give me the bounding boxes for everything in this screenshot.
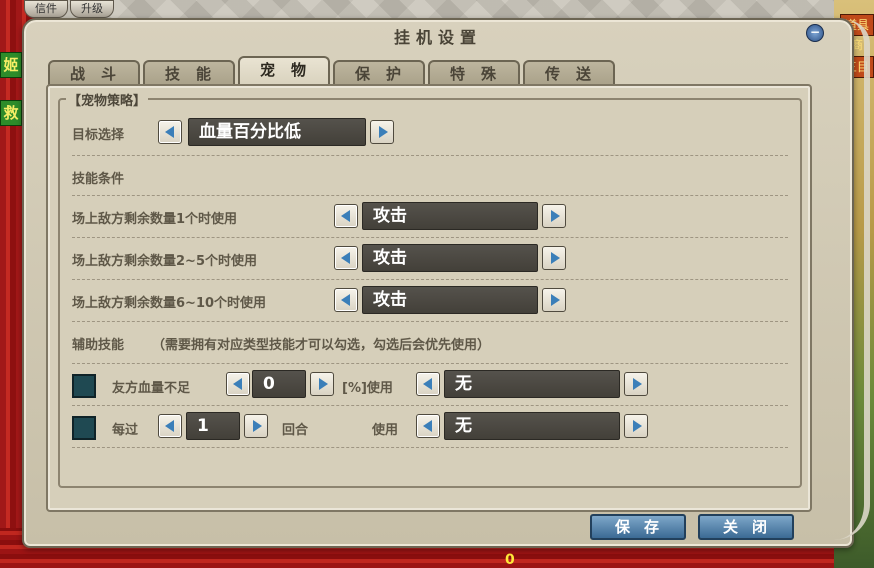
assist-hp-prefix: 友方血量不足 (112, 381, 191, 396)
save-button[interactable]: 保存 (590, 514, 686, 540)
tab-bar: 战斗 技能 宠物 保护 特殊 传送 (48, 56, 615, 90)
assist-round-increase-arrow-icon[interactable] (244, 414, 268, 438)
bottom-counter: 0 (505, 552, 515, 568)
dialog-title: 挂机设置 (393, 28, 482, 47)
condition-label: 场上敌方剩余数量6~10个时使用 (72, 296, 267, 311)
dialog-decoration (834, 20, 870, 540)
condition1-value: 攻击 (362, 202, 538, 230)
upgrade-button[interactable]: 升级 (70, 0, 114, 18)
assist-hp-amount[interactable]: 0 (252, 370, 306, 398)
assist-round-skill-next-arrow-icon[interactable] (624, 414, 648, 438)
mail-button[interactable]: 信件 (24, 0, 68, 18)
assist-hp-checkbox[interactable] (72, 374, 96, 398)
pet-strategy-legend: 【宠物策略】 (66, 90, 149, 109)
condition3-next-arrow-icon[interactable] (542, 288, 566, 312)
target-next-arrow-icon[interactable] (370, 120, 394, 144)
assist-round-amount[interactable]: 1 (186, 412, 240, 440)
minimize-button[interactable]: − (806, 24, 824, 42)
assist-round-prefix: 每过 (112, 423, 139, 438)
condition1-next-arrow-icon[interactable] (542, 204, 566, 228)
target-row: 目标选择 血量百分比低 (72, 110, 788, 156)
condition-row: 场上敌方剩余数量2~5个时使用 攻击 (72, 238, 788, 280)
assist-hp-decrease-arrow-icon[interactable] (226, 372, 250, 396)
skill-conditions-label: 技能条件 (72, 172, 125, 187)
assist-hp-skill-prev-arrow-icon[interactable] (416, 372, 440, 396)
target-prev-arrow-icon[interactable] (158, 120, 182, 144)
assist-round-unit: 回合 (282, 423, 309, 438)
pet-strategy-group: 【宠物策略】 目标选择 血量百分比低 技能条件 场上敌方剩余数量1个时使用 攻击… (58, 90, 802, 488)
pet-panel: 【宠物策略】 目标选择 血量百分比低 技能条件 场上敌方剩余数量1个时使用 攻击… (46, 84, 812, 512)
condition-row: 场上敌方剩余数量1个时使用 攻击 (72, 196, 788, 238)
target-value: 血量百分比低 (188, 118, 366, 146)
condition3-prev-arrow-icon[interactable] (334, 288, 358, 312)
condition3-value: 攻击 (362, 286, 538, 314)
condition-row: 场上敌方剩余数量6~10个时使用 攻击 (72, 280, 788, 322)
assist-header-row: 辅助技能 （需要拥有对应类型技能才可以勾选，勾选后会优先使用） (72, 322, 788, 364)
condition2-next-arrow-icon[interactable] (542, 246, 566, 270)
assist-round-skill-value: 无 (444, 412, 620, 440)
assist-hp-skill-next-arrow-icon[interactable] (624, 372, 648, 396)
assist-skills-note: （需要拥有对应类型技能才可以勾选，勾选后会优先使用） (152, 338, 491, 353)
condition1-prev-arrow-icon[interactable] (334, 204, 358, 228)
assist-hp-skill-value: 无 (444, 370, 620, 398)
condition2-value: 攻击 (362, 244, 538, 272)
side-tag-1[interactable]: 姬 (0, 52, 22, 78)
assist-hp-increase-arrow-icon[interactable] (310, 372, 334, 396)
assist-round-row: 每过 1 回合 使用 无 (72, 406, 788, 448)
condition-label: 场上敌方剩余数量2~5个时使用 (72, 254, 257, 269)
close-button[interactable]: 关闭 (698, 514, 794, 540)
condition2-prev-arrow-icon[interactable] (334, 246, 358, 270)
target-label: 目标选择 (72, 128, 125, 143)
assist-round-decrease-arrow-icon[interactable] (158, 414, 182, 438)
condition-label: 场上敌方剩余数量1个时使用 (72, 212, 238, 227)
auto-battle-settings-dialog: 挂机设置 − 战斗 技能 宠物 保护 特殊 传送 【宠物策略】 目标选择 血量百… (22, 18, 870, 548)
skill-conditions-row: 技能条件 (72, 156, 788, 196)
assist-round-use-label: 使用 (372, 423, 399, 438)
assist-round-checkbox[interactable] (72, 416, 96, 440)
assist-hp-suffix: [%]使用 (342, 381, 393, 396)
assist-skills-label: 辅助技能 (72, 338, 125, 353)
side-tag-2[interactable]: 救 (0, 100, 22, 126)
assist-hp-row: 友方血量不足 0 [%]使用 无 (72, 364, 788, 406)
assist-round-skill-prev-arrow-icon[interactable] (416, 414, 440, 438)
